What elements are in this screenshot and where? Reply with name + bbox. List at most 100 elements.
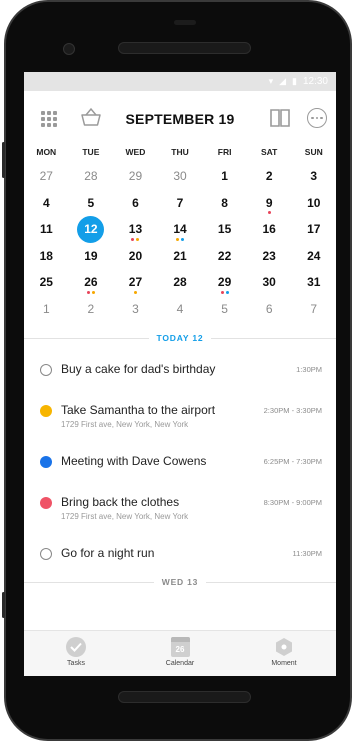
bottom-speaker	[118, 691, 251, 703]
calendar-day-today[interactable]: 12	[69, 215, 114, 243]
calendar-day[interactable]: 6	[247, 296, 292, 323]
calendar-day[interactable]: 13	[113, 216, 158, 243]
calendar-day-number: 20	[128, 248, 143, 263]
more-icon[interactable]	[307, 108, 327, 128]
calendar-day[interactable]: 18	[24, 243, 69, 270]
calendar-day[interactable]: 25	[24, 269, 69, 296]
calendar-day[interactable]: 11	[24, 216, 69, 243]
calendar-day-number: 1	[221, 169, 228, 183]
calendar-day-number: 28	[84, 169, 98, 183]
app-screen: ▾ ◢ ▮ 12:30 SEPTEMBER 19 MON TUE WED THU FRI…	[24, 72, 336, 676]
calendar-day-number: 10	[307, 195, 321, 210]
calendar-day[interactable]: 4	[24, 190, 69, 217]
calendar-day[interactable]: 31	[291, 269, 336, 296]
calendar-day-number: 29	[128, 169, 143, 183]
front-camera	[63, 43, 75, 55]
task-color-marker[interactable]	[40, 456, 52, 468]
task-checkbox[interactable]	[40, 548, 52, 560]
calendar-day-number: 2	[87, 301, 95, 316]
calendar-day-number: 7	[176, 195, 184, 210]
calendar-day[interactable]: 3	[291, 163, 336, 190]
task-item[interactable]: Buy a cake for dad's birthday 1:30PM	[24, 350, 336, 396]
task-title: Go for a night run	[61, 546, 155, 560]
calendar-day[interactable]: 6	[113, 190, 158, 217]
calendar-day[interactable]: 2	[69, 296, 114, 323]
calendar-day[interactable]: 8	[202, 190, 247, 217]
calendar-day-number: 24	[307, 248, 321, 263]
calendar-day[interactable]: 24	[291, 243, 336, 270]
task-color-marker[interactable]	[40, 497, 52, 509]
calendar-header: SEPTEMBER 19	[24, 91, 336, 145]
calendar-day[interactable]: 10	[291, 190, 336, 217]
task-item[interactable]: Bring back the clothes 1729 First ave, Ne…	[24, 488, 336, 534]
calendar-day[interactable]: 22	[202, 243, 247, 270]
calendar-day-number: 6	[265, 301, 273, 316]
calendar-day-number: 8	[221, 195, 228, 210]
calendar-day-number: 29	[217, 275, 232, 289]
calendar-day[interactable]: 17	[291, 216, 336, 243]
calendar-day[interactable]: 2	[247, 163, 292, 190]
task-checkbox[interactable]	[40, 364, 52, 376]
battery-icon: ▮	[292, 76, 297, 86]
calendar-day[interactable]: 29	[113, 163, 158, 190]
calendar-week-row: 4 5 6 7 8 9 10	[24, 190, 336, 217]
calendar-day[interactable]: 14	[158, 216, 203, 243]
calendar-day[interactable]: 3	[113, 296, 158, 323]
calendar-day[interactable]: 28	[69, 163, 114, 190]
calendar-day[interactable]: 19	[69, 243, 114, 270]
calendar-day-number: 31	[307, 275, 321, 289]
tab-moment-label: Moment	[271, 660, 297, 667]
task-title: Bring back the clothes	[61, 495, 180, 509]
calendar-day-number: 4	[42, 195, 50, 210]
calendar-day[interactable]: 29	[202, 269, 247, 296]
weekday-label: TUE	[82, 147, 100, 157]
top-slit	[174, 20, 196, 25]
weekday-label: WED	[125, 147, 146, 157]
book-icon[interactable]	[270, 109, 290, 127]
tab-calendar-label: Calendar	[165, 660, 195, 667]
calendar-day[interactable]: 1	[202, 163, 247, 190]
task-item[interactable]: Meeting with Dave Cowens 6:25PM - 7:30PM	[24, 442, 336, 488]
calendar-day[interactable]: 1	[24, 296, 69, 323]
calendar-day[interactable]: 9	[247, 190, 292, 217]
calendar-day[interactable]: 20	[113, 243, 158, 270]
signal-icon: ◢	[279, 76, 287, 86]
calendar-day[interactable]: 15	[202, 216, 247, 243]
calendar-day-number: 28	[173, 275, 187, 289]
calendar-day[interactable]: 27	[24, 163, 69, 190]
calendar-day[interactable]: 16	[247, 216, 292, 243]
calendar-day[interactable]: 30	[158, 163, 203, 190]
calendar-day-number: 1	[42, 301, 50, 316]
calendar-day[interactable]: 26	[69, 269, 114, 296]
calendar-day-number: 23	[262, 248, 276, 263]
tab-calendar[interactable]: 26 Calendar	[128, 631, 232, 676]
calendar-day-number: 4	[176, 301, 184, 316]
next-day-divider: WED 13	[24, 570, 336, 594]
calendar-day[interactable]: 5	[202, 296, 247, 323]
tab-tasks[interactable]: Tasks	[24, 631, 128, 676]
task-color-marker[interactable]	[40, 405, 52, 417]
tab-tasks-label: Tasks	[67, 660, 85, 667]
task-title: Meeting with Dave Cowens	[61, 454, 207, 468]
calendar-day[interactable]: 21	[158, 243, 203, 270]
calendar-day[interactable]: 7	[291, 296, 336, 323]
calendar-day[interactable]: 7	[158, 190, 203, 217]
task-item[interactable]: Go for a night run 11:30PM	[24, 534, 336, 570]
task-item[interactable]: Take Samantha to the airport 1729 First a…	[24, 396, 336, 442]
calendar-day-number: 13	[128, 222, 143, 236]
calendar-day[interactable]: 23	[247, 243, 292, 270]
today-divider: TODAY 12	[24, 326, 336, 350]
calendar-day-number: 18	[39, 248, 53, 263]
check-icon	[66, 637, 86, 657]
calendar-day[interactable]: 27	[113, 269, 158, 296]
calendar-day[interactable]: 30	[247, 269, 292, 296]
weekday-label: THU	[171, 147, 189, 157]
calendar-day[interactable]: 5	[69, 190, 114, 217]
calendar-grid: 27 28 29 30 1 2 3 4 5 6 7 8 9 10 11 12 13 14 15 16 17 18 19 20 2…	[24, 163, 336, 322]
calendar-day[interactable]: 28	[158, 269, 203, 296]
calendar-day-number: 5	[221, 301, 228, 316]
calendar-day[interactable]: 4	[158, 296, 203, 323]
tab-moment[interactable]: Moment	[232, 631, 336, 676]
calendar-day-number: 30	[173, 169, 187, 183]
side-button	[2, 592, 5, 618]
